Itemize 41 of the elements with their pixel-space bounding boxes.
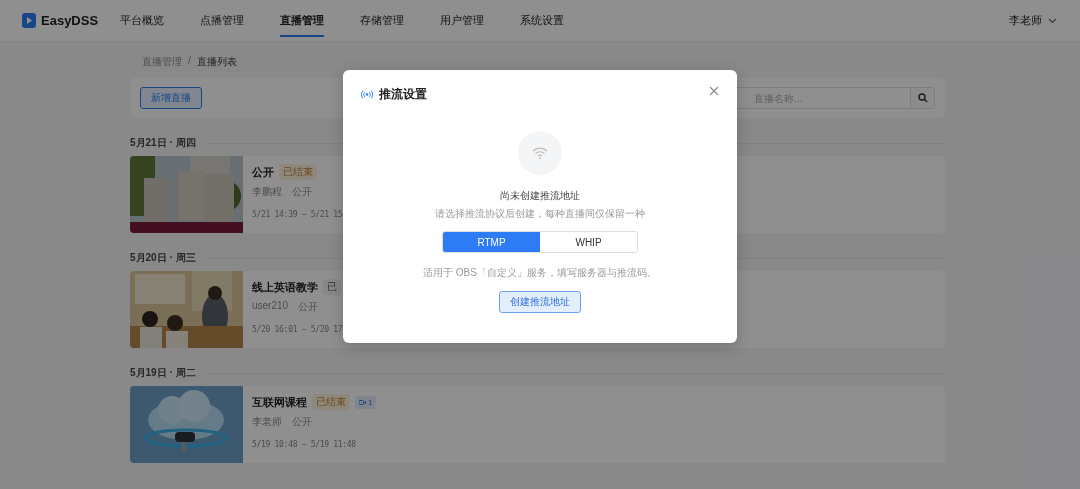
live-title: 线上英语教学 <box>252 279 318 295</box>
viewer-count-tag: 1 <box>355 395 377 409</box>
visibility-text: 公开 <box>292 185 312 199</box>
date-heading: 5月21日 · 周四 <box>130 136 196 150</box>
nav-tab[interactable]: 点播管理 <box>200 4 245 37</box>
nav-tab[interactable]: 系统设置 <box>520 4 565 37</box>
logo-icon <box>22 13 36 28</box>
owner-name: 李老师 <box>252 415 282 429</box>
status-tag: 已 <box>323 279 341 295</box>
wifi-icon <box>532 147 548 159</box>
live-card[interactable]: 互联网课程 已结束 1 李老师 公开 5/19 10:48 – 5/19 11:48 <box>130 386 945 463</box>
empty-state-title: 尚未创建推流地址 <box>500 189 580 203</box>
nav-tab[interactable]: 用户管理 <box>440 4 485 37</box>
user-name[interactable]: 李老师 <box>1009 13 1042 28</box>
time-range: 5/20 16:01 – 5/20 17 <box>252 325 343 334</box>
nav-tab[interactable]: 存储管理 <box>360 4 405 37</box>
time-range: 5/19 10:48 – 5/19 11:48 <box>252 440 357 449</box>
nav-tab[interactable]: 平台概览 <box>120 4 165 37</box>
live-title: 互联网课程 <box>252 394 307 410</box>
owner-name: user210 <box>252 300 289 313</box>
chevron-down-icon[interactable] <box>1048 17 1057 24</box>
broadcast-icon <box>361 90 373 99</box>
time-range: 5/21 14:39 – 5/21 15 <box>252 210 343 219</box>
search-icon[interactable] <box>917 93 928 103</box>
status-tag: 已结束 <box>279 164 317 180</box>
status-tag: 已结束 <box>312 394 350 410</box>
camera-icon <box>359 399 366 405</box>
visibility-text: 公开 <box>298 300 319 314</box>
date-heading: 5月19日 · 周二 <box>130 366 196 380</box>
nav-tab[interactable]: 直播管理 <box>280 4 325 37</box>
live-title: 公开 <box>252 164 274 180</box>
breadcrumb-item: 直播列表 <box>196 55 237 69</box>
dialog-title: 推流设置 <box>379 86 427 103</box>
logo-text: EasyDSS <box>41 13 99 28</box>
breadcrumb-separator: / <box>188 55 191 68</box>
close-button[interactable] <box>709 85 719 96</box>
visibility-text: 公开 <box>292 415 312 429</box>
protocol-option[interactable]: RTMP <box>443 232 540 252</box>
create-stream-url-button[interactable]: 创建推流地址 <box>499 291 581 313</box>
date-heading: 5月20日 · 周三 <box>130 251 196 265</box>
search-button[interactable] <box>910 88 934 108</box>
